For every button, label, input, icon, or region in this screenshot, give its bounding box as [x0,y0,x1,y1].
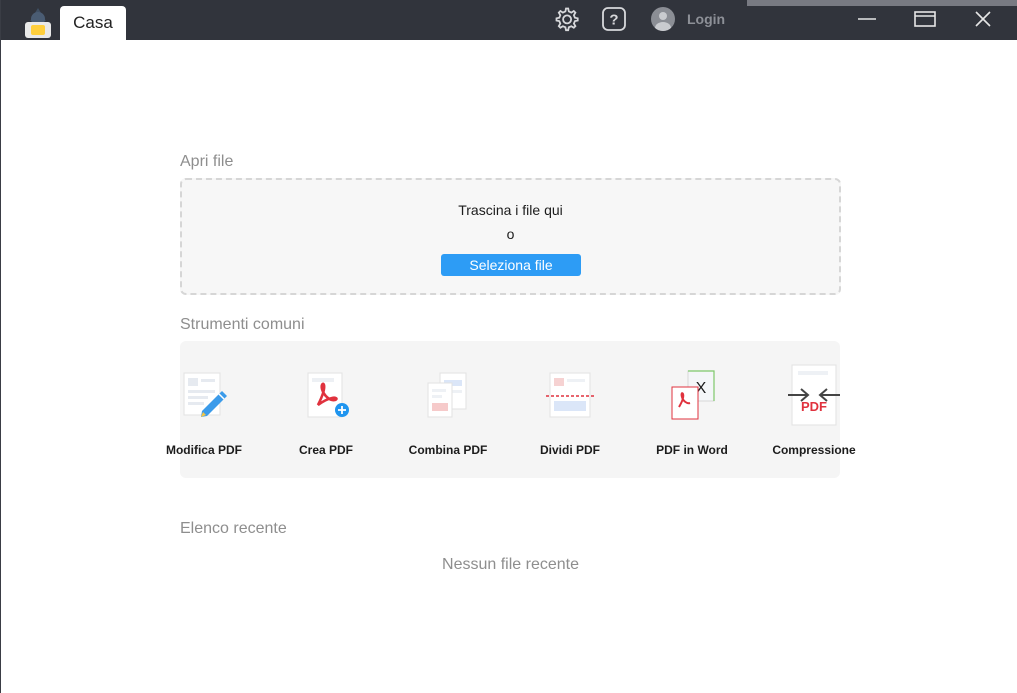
tool-edit-pdf[interactable]: Modifica PDF [154,369,254,464]
tool-combine-pdf[interactable]: Combina PDF [398,369,498,464]
tab-home[interactable]: Casa [60,6,126,40]
maximize-icon [914,11,936,27]
close-icon [975,11,991,27]
tool-pdf-to-word[interactable]: X PDF in Word [642,369,742,464]
tool-label: Modifica PDF [165,443,242,457]
svg-text:PDF: PDF [801,399,827,414]
tool-label: Compressione [772,443,856,457]
svg-text:?: ? [609,12,618,29]
tool-compress[interactable]: PDF Compressione [764,364,864,464]
common-tools-title: Strumenti comuni [180,316,305,333]
tools-panel: Modifica PDF Crea PDF Combina PDF Dividi… [166,341,856,478]
tool-label: Combina PDF [408,443,488,457]
app-logo [25,8,51,38]
or-text: o [506,226,515,242]
tool-create-pdf[interactable]: Crea PDF [276,369,376,464]
user-avatar-icon [651,7,675,31]
open-file-title: Apri file [180,153,234,170]
minimize-button[interactable] [839,0,895,38]
edit-pdf-icon [183,372,227,417]
gear-icon[interactable] [553,6,579,32]
combine-pdf-icon [427,372,467,418]
title-bar: Casa ? Login [1,0,1017,40]
no-recent-files-message: Nessun file recente [442,556,579,573]
file-dropzone[interactable]: Trascina i file qui o Seleziona file [180,178,841,295]
recent-list-title: Elenco recente [180,520,287,537]
app-window: Casa ? Login Apri file Trascina i file q… [0,0,1017,693]
pdf-to-word-icon: X [671,370,715,420]
maximize-button[interactable] [897,0,953,38]
help-icon[interactable]: ? [601,6,627,32]
split-pdf-icon [546,372,594,418]
compress-icon: PDF [788,364,840,426]
create-pdf-icon [307,372,349,418]
login-label: Login [687,11,726,27]
select-file-button[interactable]: Seleziona file [441,254,581,276]
tool-split-pdf[interactable]: Dividi PDF [520,369,620,464]
tool-label: PDF in Word [656,443,728,457]
minimize-icon [858,18,876,20]
tool-label: Dividi PDF [539,443,600,457]
drag-files-text: Trascina i file qui [458,202,563,218]
close-button[interactable] [955,0,1011,38]
tool-label: Crea PDF [298,443,354,457]
login-button[interactable]: Login [651,7,725,31]
